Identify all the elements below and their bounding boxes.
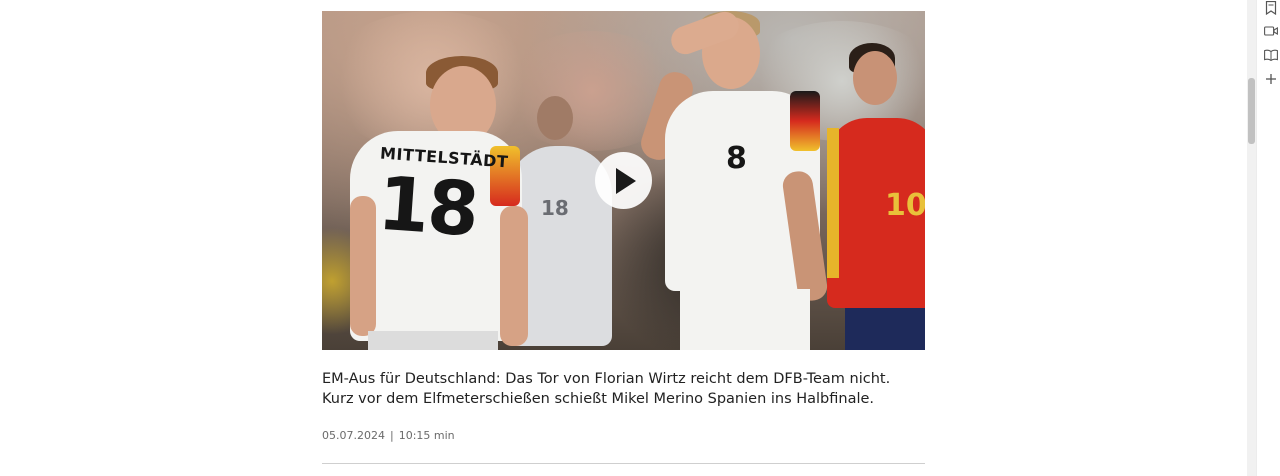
play-button[interactable] (595, 152, 652, 209)
plus-icon[interactable] (1263, 71, 1279, 87)
spain-player-number: 10 (885, 188, 925, 223)
player-left: MITTELSTÄDT 18 (350, 56, 530, 350)
play-icon (615, 167, 636, 194)
scrollbar-thumb[interactable] (1248, 78, 1255, 144)
video-meta: 05.07.2024 | 10:15 min (322, 429, 455, 442)
publish-date: 05.07.2024 (322, 429, 385, 442)
center-player-number: 8 (726, 141, 747, 176)
meta-separator: | (389, 429, 394, 442)
divider (322, 463, 925, 464)
bookmark-icon[interactable] (1263, 0, 1279, 16)
back-player-number: 18 (541, 196, 569, 220)
player-center: 8 (636, 11, 850, 350)
scrollbar-track[interactable] (1247, 0, 1256, 476)
reading-mode-icon[interactable] (1263, 47, 1279, 63)
content-area: 18 10 8 MITTELSTÄDT 18 EM-Aus für Deutsc… (0, 0, 1247, 476)
video-duration: 10:15 min (398, 429, 455, 442)
video-caption: EM-Aus für Deutschland: Das Tor von Flor… (322, 371, 891, 407)
left-player-number: 18 (375, 160, 480, 254)
video-icon[interactable] (1263, 23, 1279, 39)
